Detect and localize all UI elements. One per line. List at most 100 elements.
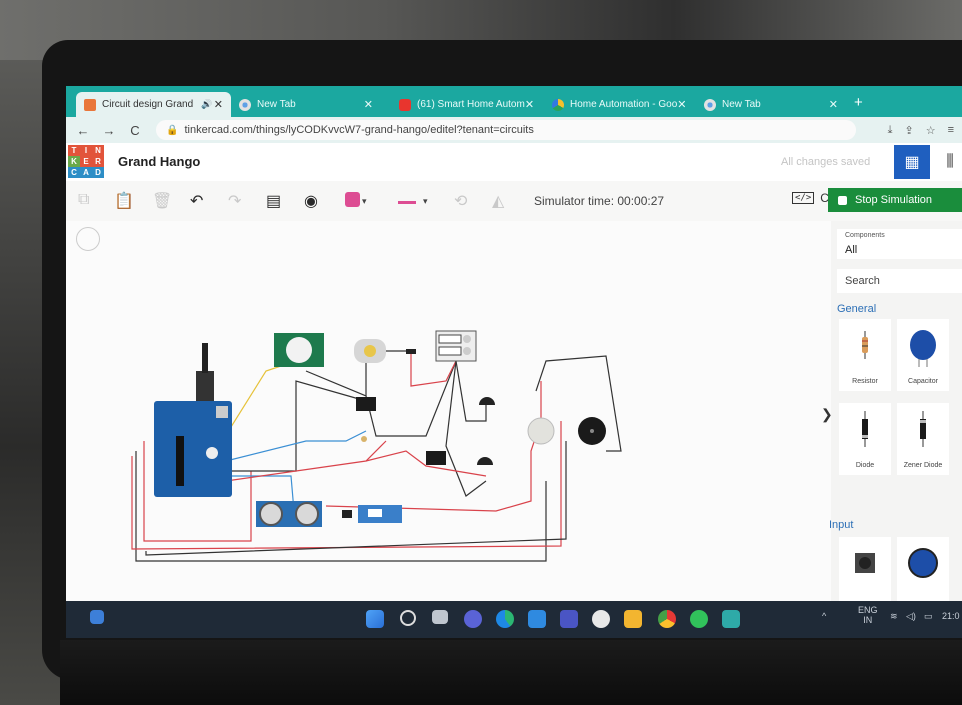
volume-icon[interactable]: ◁) <box>906 611 916 622</box>
close-icon[interactable]: ✕ <box>829 98 838 111</box>
tab-circuit-design[interactable]: Circuit design Grand 🔊 ✕ <box>76 92 231 117</box>
wire[interactable] <box>226 380 367 472</box>
chevron-up-icon[interactable]: ^ <box>822 611 826 621</box>
tab-new-tab-2[interactable]: New Tab ✕ <box>696 92 846 117</box>
wire[interactable] <box>225 440 387 482</box>
speaker-icon[interactable]: 🔊 <box>201 99 212 110</box>
paste-icon[interactable]: 📋 <box>114 191 134 211</box>
address-bar: ← → C 🔒 tinkercad.com/things/lyCODKvvcW7… <box>66 117 962 143</box>
tab-title: New Tab <box>257 99 296 110</box>
schematic-view-button[interactable]: ⫼ <box>932 145 962 179</box>
url-text: tinkercad.com/things/lyCODKvvcW7-grand-h… <box>184 124 534 136</box>
led-component[interactable] <box>361 436 367 442</box>
wire[interactable] <box>445 360 487 497</box>
stop-simulation-button[interactable]: Stop Simulation <box>828 188 962 212</box>
component-card-zener-diode[interactable]: Zener Diode <box>897 403 949 475</box>
motor-component[interactable] <box>527 417 555 445</box>
teams-icon[interactable] <box>464 610 482 628</box>
widgets-icon[interactable] <box>90 610 104 624</box>
forward-arrow-icon[interactable]: → <box>96 123 122 138</box>
wire[interactable] <box>455 360 487 422</box>
chip-component[interactable] <box>356 397 376 411</box>
chevron-down-icon[interactable]: ▾ <box>362 196 367 207</box>
transistor-component[interactable] <box>479 397 495 405</box>
new-tab-button[interactable]: + <box>854 94 863 111</box>
app-icon[interactable] <box>592 610 610 628</box>
component-card-diode[interactable]: Diode <box>839 403 891 475</box>
copy-icon[interactable]: ⧉ <box>78 191 89 209</box>
url-field[interactable]: 🔒 tinkercad.com/things/lyCODKvvcW7-grand… <box>156 120 856 140</box>
resistor-component[interactable] <box>406 349 416 354</box>
language-indicator[interactable]: ENG IN <box>858 605 878 625</box>
share-icon[interactable]: ⇪ <box>904 124 913 137</box>
wire[interactable] <box>305 360 457 437</box>
circuit-view-button[interactable]: ▦ <box>894 145 930 179</box>
arduino-board[interactable] <box>154 343 232 497</box>
youtube-icon <box>399 98 411 111</box>
undo-icon[interactable]: ↶ <box>190 191 203 211</box>
logo-letter: N <box>92 145 104 156</box>
mail-icon[interactable] <box>528 610 546 628</box>
wire-color-swatch[interactable] <box>345 192 360 207</box>
tab-title: Home Automation - Goo <box>570 99 678 110</box>
components-filter-select[interactable]: Components All <box>837 229 962 259</box>
edge-icon[interactable] <box>496 610 514 628</box>
tab-title: (61) Smart Home Autom <box>417 99 525 110</box>
flip-icon[interactable]: ◭ <box>492 191 504 211</box>
close-icon[interactable]: ✕ <box>364 98 373 111</box>
code-icon: </> <box>792 192 815 204</box>
install-icon[interactable]: ⤓ <box>888 124 893 137</box>
collapse-panel-icon[interactable]: ❯ <box>821 406 833 423</box>
circuit-canvas[interactable] <box>66 221 836 601</box>
close-icon[interactable]: ✕ <box>525 98 534 111</box>
capacitor-icon <box>910 330 936 367</box>
app-icon[interactable] <box>722 610 740 628</box>
whatsapp-icon[interactable] <box>690 610 708 628</box>
redo-icon[interactable]: ↷ <box>228 191 241 211</box>
task-view-icon[interactable] <box>432 610 448 624</box>
reload-icon[interactable]: C <box>122 123 148 138</box>
rotate-icon[interactable]: ⟲ <box>454 191 467 211</box>
search-icon[interactable] <box>400 610 416 626</box>
tab-new-tab-1[interactable]: New Tab ✕ <box>231 92 381 117</box>
component-card-resistor[interactable]: Resistor <box>839 319 891 391</box>
logo-letter: K <box>68 156 80 167</box>
tab-youtube[interactable]: (61) Smart Home Autom ✕ <box>391 92 539 117</box>
store-icon[interactable] <box>560 610 578 628</box>
light-sensor[interactable] <box>354 339 386 363</box>
chip-component[interactable] <box>426 451 446 465</box>
component-search-input[interactable]: Search <box>837 269 962 293</box>
clock[interactable]: 21:0 <box>942 611 960 621</box>
project-title[interactable]: Grand Hango <box>118 154 200 169</box>
wire-type-icon[interactable] <box>398 201 416 204</box>
back-arrow-icon[interactable]: ← <box>70 123 96 138</box>
servo-motor[interactable] <box>342 505 402 523</box>
battery-icon[interactable]: ▭ <box>924 611 933 622</box>
tab-home-automation[interactable]: Home Automation - Goo ✕ <box>544 92 692 117</box>
tinkercad-logo[interactable]: T I N K E R C A D <box>68 145 104 179</box>
view-notes-icon[interactable]: ◉ <box>304 191 318 211</box>
tinkercad-icon <box>84 98 96 111</box>
browser-tab-strip: Circuit design Grand 🔊 ✕ New Tab ✕ (61) … <box>66 86 962 117</box>
component-card-capacitor[interactable]: Capacitor <box>897 319 949 391</box>
pir-sensor[interactable] <box>274 333 324 367</box>
chevron-down-icon[interactable]: ▾ <box>423 196 428 207</box>
logo-letter: R <box>92 156 104 167</box>
pushbutton-icon <box>855 553 875 573</box>
display-module[interactable] <box>435 330 477 362</box>
close-icon[interactable]: ✕ <box>677 98 686 111</box>
chrome-icon[interactable] <box>658 610 676 628</box>
wifi-icon[interactable]: ≋ <box>890 611 898 622</box>
start-icon[interactable] <box>366 610 384 628</box>
close-icon[interactable]: ✕ <box>214 98 223 111</box>
component-card-pushbutton[interactable] <box>839 537 891 601</box>
file-explorer-icon[interactable] <box>624 610 642 628</box>
star-icon[interactable]: ☆ <box>926 124 936 137</box>
component-card-potentiometer[interactable] <box>897 537 949 601</box>
menu-icon[interactable]: ≡ <box>948 124 954 137</box>
ultrasonic-sensor[interactable] <box>256 501 322 527</box>
components-label: Components <box>845 232 885 239</box>
delete-icon[interactable]: 🗑 <box>152 191 172 211</box>
notes-icon[interactable]: ▤ <box>266 191 281 211</box>
transistor-component[interactable] <box>477 457 493 465</box>
